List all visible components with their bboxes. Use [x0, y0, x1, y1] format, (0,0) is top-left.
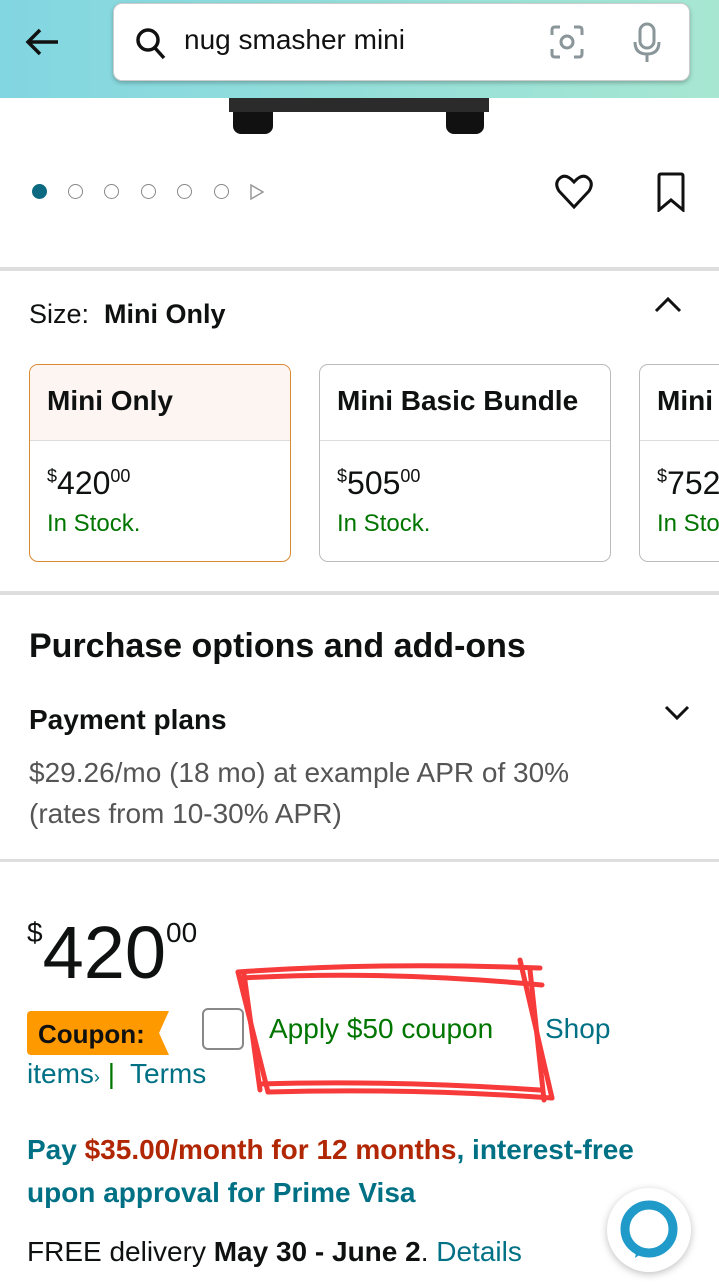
size-option-mini-only[interactable]: Mini Only $42000 In Stock. — [29, 364, 291, 562]
gallery-dot[interactable] — [141, 184, 156, 199]
prime-visa-financing[interactable]: Pay $35.00/month for 12 months, interest… — [27, 1128, 667, 1214]
gallery-dot[interactable] — [177, 184, 192, 199]
search-input[interactable]: nug smasher mini — [184, 24, 405, 56]
option-stock: In Stock. — [47, 510, 141, 537]
coupon-links: items› | Terms — [27, 1058, 207, 1089]
option-stock: In Stock. — [337, 510, 431, 537]
back-arrow-icon[interactable] — [22, 22, 62, 62]
product-image-foot — [446, 112, 484, 134]
heart-icon[interactable] — [554, 173, 594, 211]
microphone-icon[interactable] — [632, 22, 662, 64]
shop-items-link-cont[interactable]: items — [27, 1058, 94, 1089]
bookmark-icon[interactable] — [656, 172, 686, 212]
delivery-info: FREE delivery May 30 - June 2. Details — [27, 1236, 522, 1267]
size-option-mini-basic-bundle[interactable]: Mini Basic Bundle $50500 In Stock. — [319, 364, 611, 562]
product-image-foot — [233, 112, 273, 134]
size-label: Size: — [29, 299, 90, 329]
gallery-dot-active[interactable] — [32, 184, 47, 199]
option-price: $50500 — [337, 465, 421, 501]
gallery-next-icon[interactable] — [249, 183, 265, 201]
chevron-up-icon[interactable] — [653, 295, 683, 315]
divider — [0, 591, 719, 595]
separator: | — [107, 1058, 115, 1089]
option-name: Mini Only — [30, 365, 290, 441]
delivery-details-link[interactable]: Details — [436, 1236, 522, 1267]
alexa-button[interactable] — [607, 1188, 691, 1272]
price: $42000 — [27, 911, 198, 994]
coupon-badge: Coupon: — [27, 1011, 169, 1055]
terms-link[interactable]: Terms — [130, 1058, 206, 1089]
purchase-options-heading: Purchase options and add-ons — [29, 627, 526, 665]
option-price: $42000 — [47, 465, 131, 501]
gallery-dot[interactable] — [214, 184, 229, 199]
divider — [0, 859, 719, 862]
option-price: $752 — [657, 465, 719, 501]
search-icon — [136, 28, 166, 60]
divider — [0, 267, 719, 271]
red-annotation-box — [235, 957, 555, 1103]
size-option-mini[interactable]: Mini $752 In Stock. — [639, 364, 719, 562]
payment-plans-text: $29.26/mo (18 mo) at example APR of 30% … — [29, 757, 570, 829]
option-name: Mini Basic Bundle — [320, 365, 610, 441]
gallery-dot[interactable] — [104, 184, 119, 199]
size-row[interactable]: Size: Mini Only — [29, 299, 226, 330]
chevron-down-icon[interactable] — [663, 703, 691, 721]
option-stock: In Stock. — [657, 510, 719, 537]
search-bar[interactable]: nug smasher mini — [113, 3, 690, 81]
alexa-icon — [620, 1200, 678, 1258]
product-image[interactable] — [229, 98, 489, 112]
payment-plans-title[interactable]: Payment plans — [29, 704, 227, 736]
size-selected: Mini Only — [104, 299, 226, 329]
option-name: Mini — [640, 365, 719, 441]
camera-scan-icon[interactable] — [549, 24, 585, 60]
gallery-dot[interactable] — [68, 184, 83, 199]
